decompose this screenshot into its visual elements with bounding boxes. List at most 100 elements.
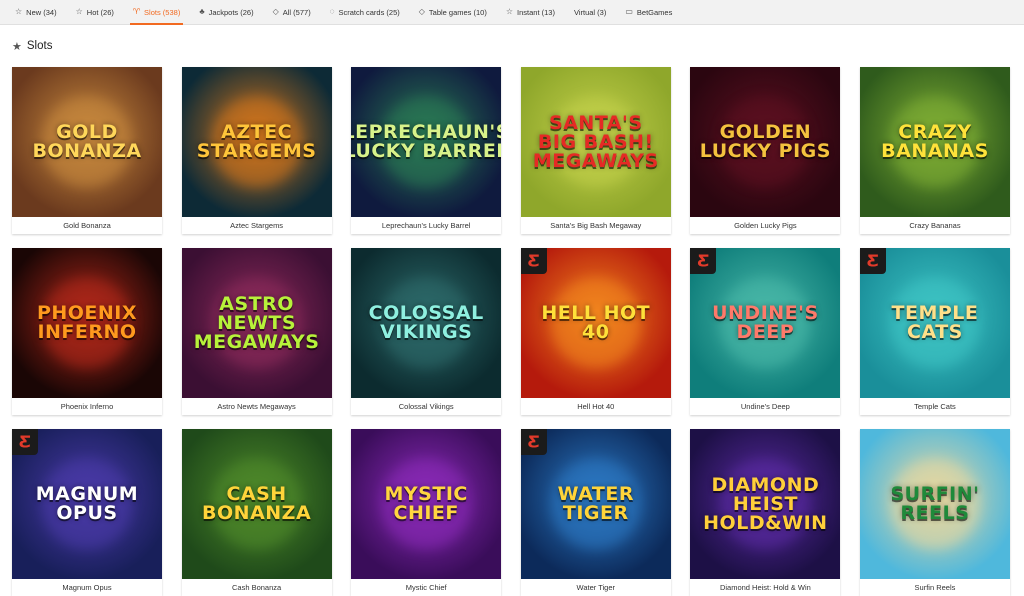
game-logo-text: GOLD BONANZA: [32, 121, 142, 162]
game-thumbnail[interactable]: MYSTIC CHIEF: [351, 429, 502, 579]
game-card[interactable]: CRAZY BANANAS Crazy Bananas: [859, 67, 1010, 234]
game-thumbnail[interactable]: HELL HOT 40 Ƹ: [520, 248, 671, 398]
game-thumbnail[interactable]: UNDINE'S DEEP Ƹ: [690, 248, 841, 398]
game-card[interactable]: Leprechaun's lucky barrel Leprechaun's Lu…: [351, 67, 502, 234]
scratch-card-icon: ◌: [329, 7, 335, 16]
game-card[interactable]: GOLDEN LUCKY PIGS Golden Lucky Pigs: [690, 67, 841, 234]
game-thumbnail[interactable]: SANTA'S BIG BASH! MEGAWAYS: [520, 67, 671, 217]
game-card[interactable]: COLOSSAL VIKINGS Colossal Vikings: [351, 248, 502, 415]
game-name[interactable]: Temple Cats: [860, 398, 1010, 415]
game-card[interactable]: CASH BONANZA Cash Bonanza: [181, 429, 332, 596]
game-thumbnail[interactable]: GOLD BONANZA: [12, 67, 162, 217]
tab-label: Instant (13): [517, 7, 555, 17]
tab-label: Virtual (3): [573, 7, 607, 17]
tab-label: Slots (538): [144, 7, 181, 17]
tv-icon: ▭: [625, 7, 633, 16]
tab-slots[interactable]: ♈ Slots (538): [129, 0, 184, 25]
game-logo-text: Leprechaun's lucky barrel: [351, 121, 502, 162]
game-thumbnail[interactable]: Leprechaun's lucky barrel: [351, 67, 502, 217]
provider-badge-icon: Ƹ: [520, 248, 547, 274]
tab-new[interactable]: ☆ New (34): [12, 0, 60, 25]
game-name[interactable]: Surfin Reels: [860, 579, 1010, 596]
star-outline-icon: ☆: [505, 7, 514, 16]
game-card[interactable]: HELL HOT 40 Ƹ Hell Hot 40: [520, 248, 671, 415]
tab-label: Table games (10): [428, 7, 487, 17]
game-logo-text: MAGNUM OPUS: [35, 483, 139, 524]
tab-jackpots[interactable]: ♣ Jackpots (26): [196, 0, 256, 25]
game-logo-text: GOLDEN LUCKY PIGS: [699, 121, 831, 162]
game-name[interactable]: Mystic Chief: [351, 579, 501, 596]
game-card[interactable]: WATER TIGER Ƹ Water Tiger: [520, 429, 671, 596]
game-logo-text: MYSTIC CHIEF: [384, 483, 468, 524]
diamond-icon: ◇: [418, 7, 425, 16]
game-name[interactable]: Gold Bonanza: [12, 217, 162, 234]
game-thumbnail[interactable]: CASH BONANZA: [181, 429, 332, 579]
game-logo-text: SURFIN' REELS: [890, 483, 980, 524]
tab-label: BetGames: [636, 7, 673, 17]
game-card[interactable]: GOLD BONANZA Gold Bonanza: [12, 67, 162, 234]
game-card[interactable]: PHOENIX INFERNO Phoenix Inferno: [12, 248, 162, 415]
provider-badge-icon: Ƹ: [690, 248, 717, 274]
game-name[interactable]: Santa's Big Bash Megaway: [521, 217, 671, 234]
game-card[interactable]: SURFIN' REELS Surfin Reels: [859, 429, 1010, 596]
tab-label: Jackpots (26): [208, 7, 254, 17]
tab-hot[interactable]: ☆ Hot (26): [73, 0, 117, 25]
tab-betgames[interactable]: ▭ BetGames: [622, 0, 675, 25]
game-name[interactable]: Cash Bonanza: [182, 579, 332, 596]
game-card[interactable]: UNDINE'S DEEP Ƹ Undine's Deep: [690, 248, 841, 415]
game-logo-text: TEMPLE CATS: [891, 302, 979, 343]
game-name[interactable]: Phoenix Inferno: [12, 398, 162, 415]
tab-label: Scratch cards (25): [338, 7, 400, 17]
game-card[interactable]: SANTA'S BIG BASH! MEGAWAYS Santa's Big Ba…: [520, 67, 671, 234]
tab-all[interactable]: ◇ All (577): [270, 0, 314, 25]
game-logo-text: WATER TIGER: [557, 483, 634, 524]
game-thumbnail[interactable]: GOLDEN LUCKY PIGS: [690, 67, 841, 217]
game-name[interactable]: Magnum Opus: [12, 579, 162, 596]
game-thumbnail[interactable]: WATER TIGER Ƹ: [520, 429, 671, 579]
game-card[interactable]: DIAMOND HEIST HOLD&WIN Diamond Heist: Hol…: [690, 429, 841, 596]
game-name[interactable]: Diamond Heist: Hold & Win: [690, 579, 840, 596]
game-name[interactable]: Astro Newts Megaways: [182, 398, 332, 415]
game-card[interactable]: ASTRO NEWTS MEGAWAYS Astro Newts Megaways: [181, 248, 332, 415]
diamond-icon: ◇: [272, 7, 279, 16]
provider-badge-icon: Ƹ: [520, 429, 547, 455]
game-name[interactable]: Hell Hot 40: [521, 398, 671, 415]
game-logo-text: DIAMOND HEIST HOLD&WIN: [703, 473, 828, 534]
game-thumbnail[interactable]: ASTRO NEWTS MEGAWAYS: [181, 248, 332, 398]
game-thumbnail[interactable]: DIAMOND HEIST HOLD&WIN: [690, 429, 841, 579]
game-logo-text: CASH BONANZA: [202, 483, 312, 524]
game-thumbnail[interactable]: TEMPLE CATS Ƹ: [859, 248, 1010, 398]
game-card[interactable]: MAGNUM OPUS Ƹ Magnum Opus: [12, 429, 162, 596]
tab-label: New (34): [26, 7, 57, 17]
game-name[interactable]: Water Tiger: [521, 579, 671, 596]
section-heading: ★ Slots: [12, 38, 52, 54]
game-thumbnail[interactable]: SURFIN' REELS: [859, 429, 1010, 579]
tab-instant[interactable]: ☆ Instant (13): [503, 0, 558, 25]
tab-scratch-cards[interactable]: ◌ Scratch cards (25): [327, 0, 403, 25]
game-logo-text: CRAZY BANANAS: [881, 121, 989, 162]
game-name[interactable]: Leprechaun's Lucky Barrel: [351, 217, 501, 234]
game-name[interactable]: Aztec Stargems: [182, 217, 332, 234]
game-name[interactable]: Golden Lucky Pigs: [690, 217, 840, 234]
game-thumbnail[interactable]: COLOSSAL VIKINGS: [351, 248, 502, 398]
slot-machine-icon: ♈: [132, 7, 141, 16]
game-logo-text: HELL HOT 40: [541, 302, 651, 343]
game-name[interactable]: Colossal Vikings: [351, 398, 501, 415]
game-name[interactable]: Crazy Bananas: [860, 217, 1010, 234]
tab-label: Hot (26): [86, 7, 114, 17]
game-thumbnail[interactable]: PHOENIX INFERNO: [12, 248, 162, 398]
game-card[interactable]: TEMPLE CATS Ƹ Temple Cats: [859, 248, 1010, 415]
game-thumbnail[interactable]: AZTEC STARGEMS: [181, 67, 332, 217]
tab-label: All (577): [282, 7, 311, 17]
star-outline-icon: ☆: [15, 7, 23, 16]
game-thumbnail[interactable]: CRAZY BANANAS: [859, 67, 1010, 217]
tab-virtual[interactable]: Virtual (3): [571, 0, 609, 25]
category-tab-bar: ☆ New (34) ☆ Hot (26) ♈ Slots (538) ♣ Jackpots …: [0, 0, 1024, 25]
tab-table-games[interactable]: ◇ Table games (10): [416, 0, 490, 25]
game-logo-text: PHOENIX INFERNO: [36, 302, 138, 343]
star-icon: ★: [12, 40, 22, 53]
game-name[interactable]: Undine's Deep: [690, 398, 840, 415]
game-card[interactable]: AZTEC STARGEMS Aztec Stargems: [181, 67, 332, 234]
game-card[interactable]: MYSTIC CHIEF Mystic Chief: [351, 429, 502, 596]
game-thumbnail[interactable]: MAGNUM OPUS Ƹ: [12, 429, 162, 579]
